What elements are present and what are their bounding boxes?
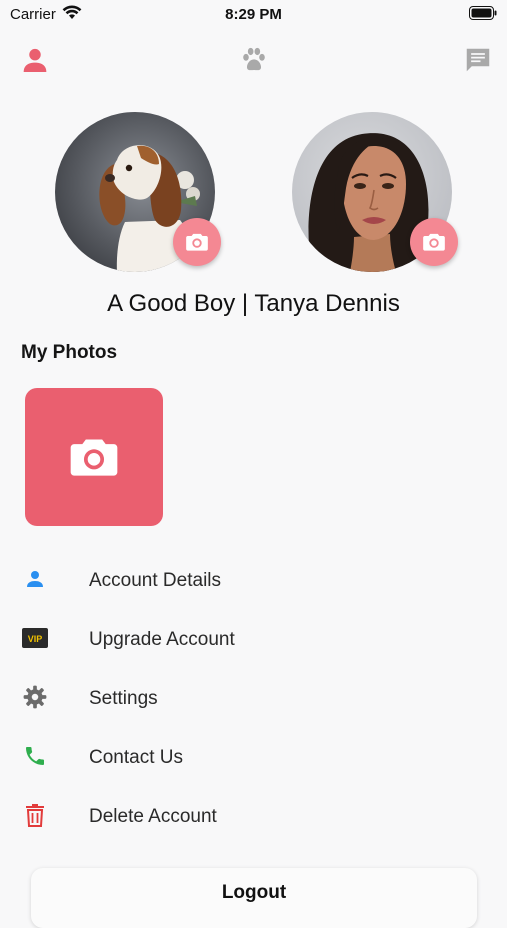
camera-icon <box>70 439 118 476</box>
person-icon <box>22 566 48 592</box>
owner-photo-camera-button[interactable] <box>410 218 458 266</box>
menu-item-contact-us[interactable]: Contact Us <box>0 729 507 788</box>
logout-label: Logout <box>221 882 287 903</box>
camera-icon <box>186 233 208 251</box>
person-icon <box>23 48 47 72</box>
paw-icon <box>243 47 265 71</box>
top-navigation <box>0 40 507 80</box>
battery-icon <box>469 6 497 24</box>
menu-item-account-details[interactable]: Account Details <box>0 552 507 611</box>
logout-button[interactable]: Logout <box>31 868 477 928</box>
message-icon <box>466 48 490 72</box>
my-photos-title: My Photos <box>21 342 118 363</box>
menu-item-label: Upgrade Account <box>89 629 235 650</box>
gear-icon <box>22 684 48 710</box>
pet-photo-camera-button[interactable] <box>173 218 221 266</box>
add-photo-button[interactable] <box>25 388 163 526</box>
menu-item-label: Delete Account <box>89 806 217 827</box>
camera-icon <box>423 233 445 251</box>
svg-text:VIP: VIP <box>28 634 43 644</box>
menu-item-label: Account Details <box>89 570 222 591</box>
trash-icon <box>22 802 48 828</box>
messages-tab[interactable] <box>458 40 498 80</box>
menu-item-delete-account[interactable]: Delete Account <box>0 788 507 847</box>
settings-menu: Account Details VIP Upgrade Account Sett… <box>0 552 507 847</box>
phone-icon <box>22 743 48 769</box>
menu-item-upgrade-account[interactable]: VIP Upgrade Account <box>0 611 507 670</box>
menu-item-label: Settings <box>89 688 158 709</box>
pet-avatar <box>55 112 221 272</box>
menu-item-label: Contact Us <box>89 747 183 768</box>
profile-name: A Good Boy | Tanya Dennis <box>107 290 400 317</box>
profile-tab[interactable] <box>15 40 55 80</box>
menu-item-settings[interactable]: Settings <box>0 670 507 729</box>
vip-icon: VIP <box>22 625 48 651</box>
status-bar: Carrier 8:29 PM <box>0 0 507 28</box>
pets-tab[interactable] <box>234 40 274 80</box>
owner-avatar <box>292 112 458 272</box>
status-time: 8:29 PM <box>225 6 282 23</box>
